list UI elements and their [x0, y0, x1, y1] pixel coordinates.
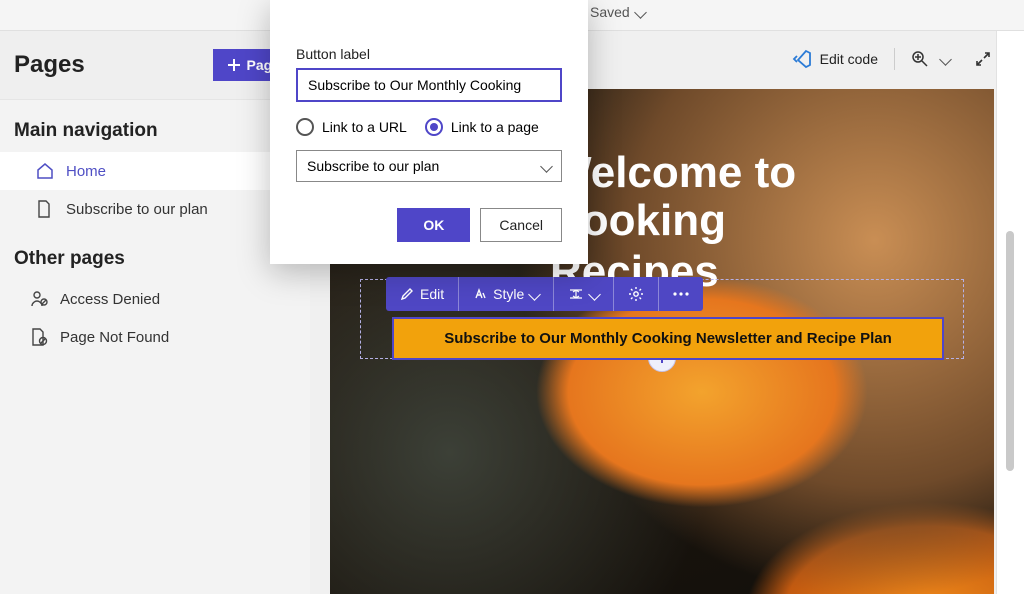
expand-icon: [974, 50, 992, 68]
section-other-pages: Other pages: [0, 228, 310, 280]
style-button[interactable]: Style: [459, 277, 553, 311]
cta-label: Subscribe to Our Monthly Cooking Newslet…: [444, 330, 892, 347]
chevron-down-icon: [542, 158, 551, 174]
font-icon: [473, 287, 487, 301]
scrollbar-thumb[interactable]: [1006, 231, 1014, 471]
zoom-button[interactable]: [899, 41, 962, 77]
nav-item-label: Home: [66, 163, 106, 180]
radio-link-url[interactable]: Link to a URL: [296, 118, 407, 136]
cta-button[interactable]: Subscribe to Our Monthly Cooking Newslet…: [392, 317, 944, 360]
page-denied-icon: [30, 328, 48, 346]
button-label-input[interactable]: [296, 68, 562, 102]
radio-url-label: Link to a URL: [322, 119, 407, 135]
nav-item-label: Page Not Found: [60, 329, 169, 346]
more-button[interactable]: [659, 277, 703, 311]
style-label: Style: [493, 286, 524, 302]
button-edit-dialog: Button label Link to a URL Link to a pag…: [270, 0, 588, 264]
chevron-down-icon: [530, 286, 539, 302]
pages-panel: Pages Page Main navigation Home Subscrib…: [0, 30, 310, 594]
page-icon: [36, 200, 54, 218]
chevron-down-icon: [636, 4, 645, 20]
edit-button[interactable]: Edit: [386, 277, 458, 311]
person-denied-icon: [30, 290, 48, 308]
cancel-button[interactable]: Cancel: [480, 208, 562, 242]
floating-toolbar: Edit Style: [386, 277, 703, 311]
plus-icon: [227, 58, 241, 72]
more-icon: [673, 292, 689, 296]
chevron-down-icon: [941, 51, 950, 67]
nav-item-subscribe[interactable]: Subscribe to our plan: [0, 190, 310, 228]
radio-page-label: Link to a page: [451, 119, 539, 135]
spacing-button[interactable]: [554, 277, 613, 311]
nav-item-home[interactable]: Home: [0, 152, 310, 190]
nav-item-label: Subscribe to our plan: [66, 201, 208, 218]
saved-status[interactable]: Saved: [590, 4, 645, 20]
edit-label: Edit: [420, 286, 444, 302]
page-select[interactable]: Subscribe to our plan: [296, 150, 562, 182]
ok-button[interactable]: OK: [397, 208, 470, 242]
radio-checked-icon: [425, 118, 443, 136]
edit-code-button[interactable]: Edit code: [780, 41, 890, 77]
edit-code-label: Edit code: [820, 51, 878, 67]
home-icon: [36, 162, 54, 180]
pages-title: Pages: [14, 51, 85, 79]
button-label-field-label: Button label: [296, 46, 562, 62]
nav-item-label: Access Denied: [60, 291, 160, 308]
pencil-icon: [400, 287, 414, 301]
nav-item-access-denied[interactable]: Access Denied: [0, 280, 310, 318]
zoom-in-icon: [911, 50, 929, 68]
nav-item-not-found[interactable]: Page Not Found: [0, 318, 310, 356]
radio-link-page[interactable]: Link to a page: [425, 118, 539, 136]
chevron-down-icon: [590, 286, 599, 302]
page-select-value: Subscribe to our plan: [307, 158, 439, 174]
section-main-navigation: Main navigation: [0, 100, 310, 152]
vscode-icon: [792, 49, 812, 69]
spacing-icon: [568, 287, 584, 301]
radio-icon: [296, 118, 314, 136]
gear-icon: [628, 286, 644, 302]
separator: [894, 48, 895, 70]
settings-button[interactable]: [614, 277, 658, 311]
saved-label: Saved: [590, 4, 630, 20]
